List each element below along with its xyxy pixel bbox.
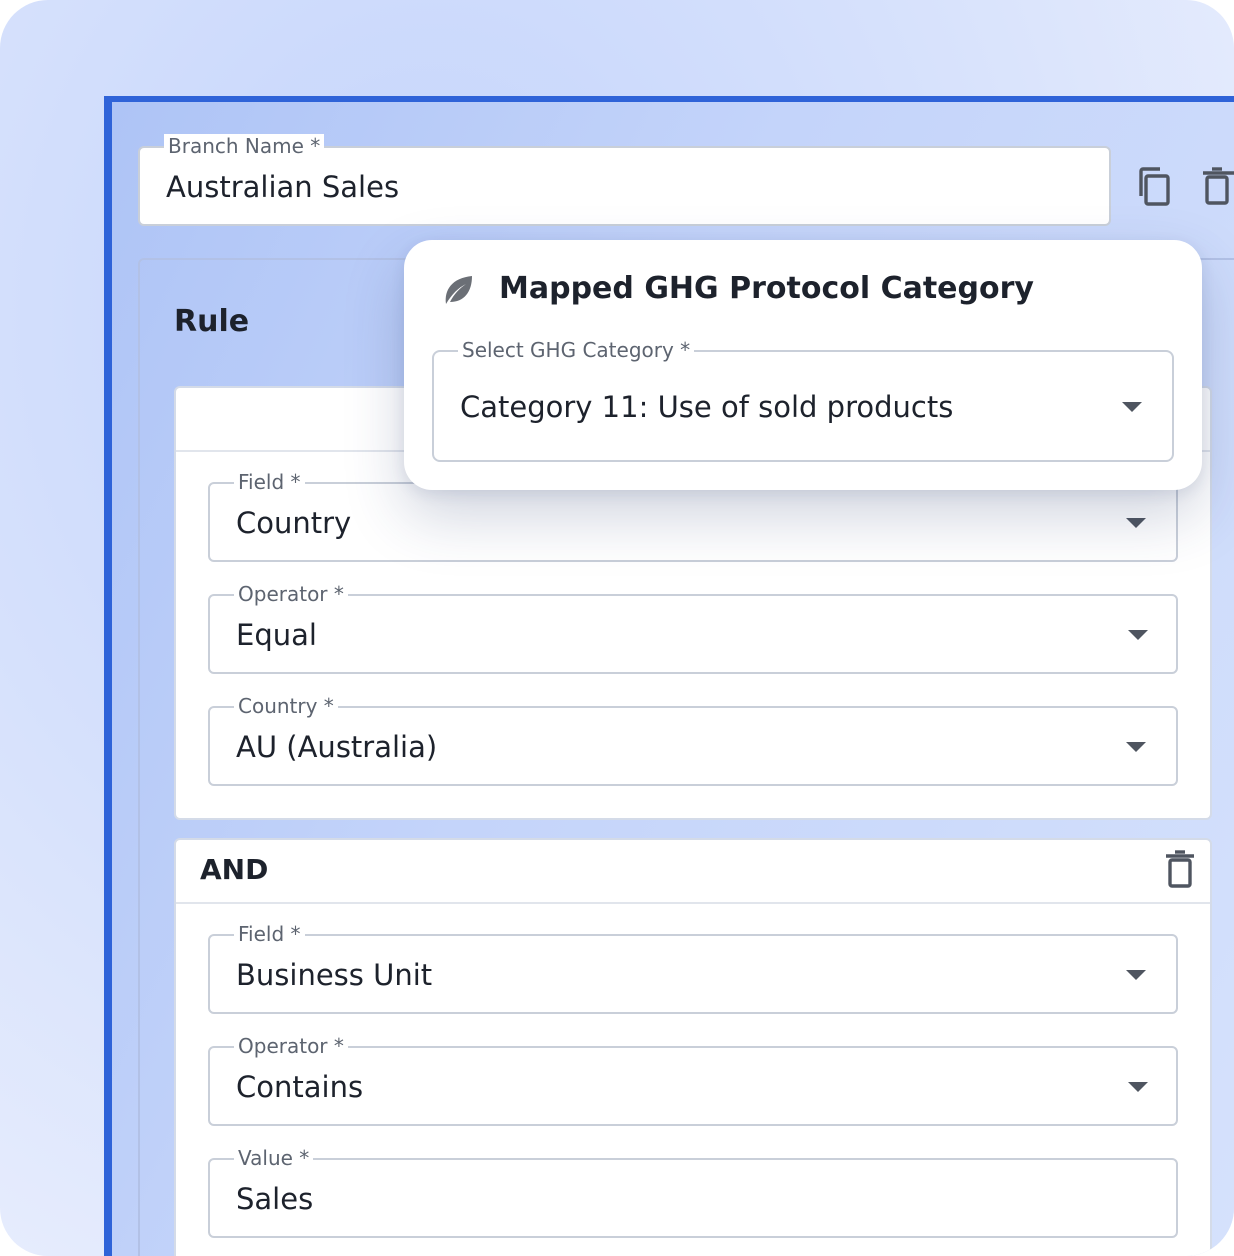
operator-label: Operator * [234, 1034, 348, 1058]
condition-header [176, 840, 1210, 904]
ghg-category-popup: Mapped GHG Protocol Category Select GHG … [404, 240, 1202, 490]
field-value: Country [236, 506, 352, 540]
field-label: Field * [234, 470, 305, 494]
chevron-down-icon [1128, 630, 1148, 640]
chevron-down-icon [1126, 970, 1146, 980]
field-label: Field * [234, 922, 305, 946]
copy-icon[interactable] [1136, 166, 1176, 208]
operator-value: Contains [236, 1070, 364, 1104]
value-label: Value * [234, 1146, 314, 1170]
chevron-down-icon [1126, 518, 1146, 528]
ghg-category-select[interactable]: Select GHG Category * Category 11: Use o… [432, 338, 1174, 462]
country-label: Country * [234, 694, 338, 718]
trash-icon[interactable] [1164, 850, 1198, 888]
field-value: Business Unit [236, 958, 433, 992]
chevron-down-icon [1128, 1082, 1148, 1092]
chevron-down-icon [1122, 402, 1142, 412]
branch-name-field[interactable]: Branch Name * Australian Sales [138, 134, 1111, 226]
leaf-icon [440, 272, 476, 308]
popup-title: Mapped GHG Protocol Category [499, 271, 1034, 306]
country-select[interactable]: Country * AU (Australia) [208, 694, 1178, 786]
value-input[interactable]: Value * Sales [208, 1146, 1178, 1238]
branch-name-value: Australian Sales [166, 170, 400, 204]
ghg-select-label: Select GHG Category * [458, 338, 695, 362]
field-select[interactable]: Field * Country [208, 470, 1178, 562]
chevron-down-icon [1126, 742, 1146, 752]
branch-name-label: Branch Name * [164, 134, 325, 158]
country-value: AU (Australia) [236, 730, 438, 764]
value-text: Sales [236, 1182, 314, 1216]
field-select[interactable]: Field * Business Unit [208, 922, 1178, 1014]
operator-select[interactable]: Operator * Equal [208, 582, 1178, 674]
operator-label: Operator * [234, 582, 348, 606]
rule-title: Rule [174, 304, 250, 339]
app-canvas: Branch Name * Australian Sales Rule Fiel… [0, 0, 1234, 1256]
and-connector: AND [200, 853, 269, 886]
operator-select[interactable]: Operator * Contains [208, 1034, 1178, 1126]
trash-icon[interactable] [1200, 166, 1234, 208]
operator-value: Equal [236, 618, 317, 652]
ghg-select-value: Category 11: Use of sold products [460, 390, 954, 424]
